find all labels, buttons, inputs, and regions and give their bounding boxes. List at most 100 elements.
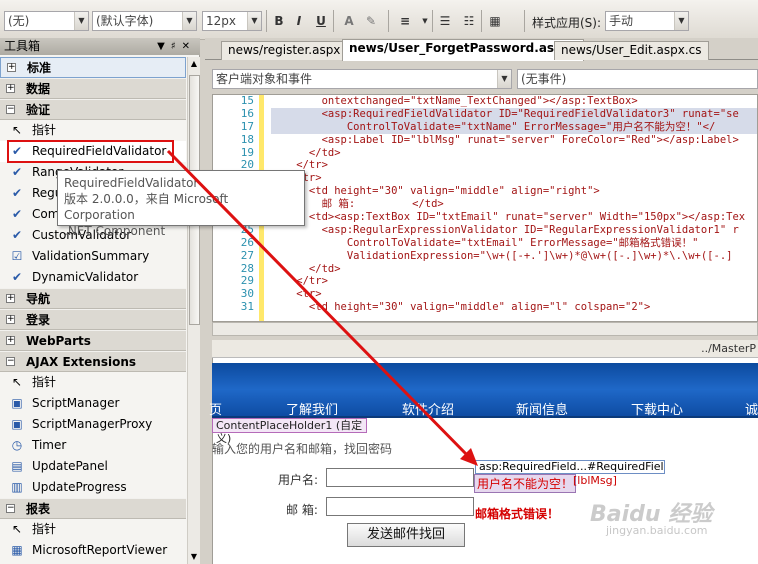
- nav-link-download[interactable]: 下载中心: [631, 399, 683, 418]
- lblmsg-label[interactable]: [lblMsg]: [573, 474, 617, 487]
- toolbox-item[interactable]: ✔ RequiredFieldValidator: [0, 141, 186, 162]
- nav-link-about[interactable]: 了解我们: [286, 399, 338, 418]
- highlight-color-icon[interactable]: ✎: [362, 12, 380, 30]
- nav-link-home[interactable]: 页: [209, 399, 222, 418]
- style-combo-value: (无): [8, 14, 30, 28]
- size-combo[interactable]: 12px ▼: [202, 11, 262, 31]
- bullet-list-icon[interactable]: ☰: [436, 12, 454, 30]
- username-label: 用户名:: [278, 473, 319, 487]
- insert-table-icon[interactable]: ▦: [486, 12, 504, 30]
- toolbox-item[interactable]: ✔ DynamicValidator: [0, 267, 186, 288]
- code-hscrollbar[interactable]: [212, 322, 758, 336]
- underline-button[interactable]: U: [312, 12, 330, 30]
- code-line[interactable]: <td><asp:TextBox ID="txtEmail" runat="se…: [271, 211, 757, 224]
- code-line[interactable]: <tr>: [271, 288, 757, 301]
- toolbox-category[interactable]: + 数据: [0, 78, 186, 99]
- toolbox-category[interactable]: + 标准: [0, 57, 186, 78]
- tab-register[interactable]: news/register.aspx: [221, 41, 348, 60]
- code-line[interactable]: </tr>: [271, 159, 757, 172]
- username-input[interactable]: [326, 468, 474, 487]
- toolbox-category[interactable]: + WebParts: [0, 330, 186, 351]
- send-email-button[interactable]: 发送邮件找回: [347, 523, 465, 547]
- code-line[interactable]: <asp:Label ID="lblMsg" runat="server" Fo…: [271, 134, 757, 147]
- code-line[interactable]: <asp:RequiredFieldValidator ID="Required…: [271, 107, 757, 121]
- expand-icon[interactable]: +: [7, 63, 16, 72]
- object-combo-value: 客户端对象和事件: [216, 72, 313, 86]
- code-line[interactable]: </td>: [271, 147, 757, 160]
- font-combo[interactable]: (默认字体) ▼: [92, 11, 197, 31]
- code-line[interactable]: ontextchanged="txtName_TextChanged"></as…: [271, 95, 757, 108]
- nav-link-news[interactable]: 新闻信息: [516, 399, 568, 418]
- toolbox-item[interactable]: ▥ UpdateProgress: [0, 477, 186, 498]
- toolbox-category[interactable]: − AJAX Extensions: [0, 351, 186, 372]
- code-line[interactable]: 邮 箱: </td>: [271, 198, 757, 211]
- tab-user-forget-password[interactable]: news/User_ForgetPassword.aspx*: [342, 39, 584, 61]
- nav-link-software[interactable]: 软件介绍: [402, 399, 454, 418]
- code-line[interactable]: <tr>: [271, 172, 757, 185]
- collapse-icon[interactable]: −: [6, 105, 15, 114]
- toolbox-item[interactable]: ↖ 指针: [0, 519, 186, 540]
- toolbox-category[interactable]: − 报表: [0, 498, 186, 519]
- toolbox-item[interactable]: ▣ ScriptManager: [0, 393, 186, 414]
- pin-icon[interactable]: ♯: [171, 41, 182, 52]
- toolbox-title: 工具箱: [4, 39, 41, 53]
- component-icon: ▣: [11, 396, 23, 410]
- pointer-icon: ↖: [11, 522, 23, 536]
- toolbox-item[interactable]: ▦ MicrosoftReportViewer: [0, 540, 186, 561]
- event-combo[interactable]: (无事件): [517, 69, 758, 89]
- toolbox-row-label: UpdatePanel: [32, 459, 108, 473]
- object-combo[interactable]: 客户端对象和事件 ▼: [212, 69, 512, 89]
- italic-button[interactable]: I: [290, 12, 308, 30]
- code-line[interactable]: <td height="30" valign="middle" align="r…: [271, 185, 757, 198]
- collapse-icon[interactable]: −: [6, 357, 15, 366]
- expand-icon[interactable]: +: [6, 294, 15, 303]
- code-line[interactable]: <td height="30" valign="middle" align="l…: [271, 301, 757, 314]
- expand-icon[interactable]: +: [6, 315, 15, 324]
- font-combo-value: (默认字体): [96, 14, 154, 28]
- toolbox-scrollbar[interactable]: ▲ ▼: [187, 57, 200, 564]
- validator-smart-tag[interactable]: asp:RequiredField...#RequiredField...: [475, 460, 665, 474]
- code-line[interactable]: </td>: [271, 263, 757, 276]
- bold-button[interactable]: B: [270, 12, 288, 30]
- close-icon[interactable]: ✕: [182, 41, 196, 52]
- dropdown-icon[interactable]: ▼: [157, 41, 171, 52]
- code-line[interactable]: <asp:RegularExpressionValidator ID="Regu…: [271, 224, 757, 237]
- toolbox-row-label: ScriptManager: [32, 396, 120, 410]
- code-line[interactable]: </tr>: [271, 275, 757, 288]
- toolbox-item[interactable]: ☑ ValidationSummary: [0, 246, 186, 267]
- toolbox-item[interactable]: ◷ Timer: [0, 435, 186, 456]
- content-placeholder-tag[interactable]: ContentPlaceHolder1 (自定义): [212, 418, 367, 445]
- toolbox-item[interactable]: ↖ 指针: [0, 120, 186, 141]
- nav-link-more[interactable]: 诚: [745, 399, 758, 418]
- email-error-message[interactable]: 邮箱格式错误！: [475, 505, 559, 522]
- style-apply-combo[interactable]: 手动 ▼: [605, 11, 689, 31]
- code-line[interactable]: ControlToValidate="txtEmail" ErrorMessag…: [271, 237, 757, 250]
- summary-icon: ☑: [11, 249, 23, 263]
- toolbox-item[interactable]: ▣ ScriptManagerProxy: [0, 414, 186, 435]
- toolbox-category[interactable]: + 登录: [0, 309, 186, 330]
- master-page-path[interactable]: ../MasterP: [701, 342, 756, 355]
- toolbox-category[interactable]: − 验证: [0, 99, 186, 120]
- expand-icon[interactable]: +: [6, 336, 15, 345]
- collapse-icon[interactable]: −: [6, 504, 15, 513]
- toolbox-category[interactable]: + 导航: [0, 288, 186, 309]
- tab-label: news/register.aspx: [228, 43, 341, 57]
- toolbox-panel: 工具箱 ▼♯✕ + 标准 + 数据 − 验证 ↖ 指针 ✔ RequiredFieldValida…: [0, 38, 200, 564]
- expand-icon[interactable]: +: [6, 84, 15, 93]
- font-color-icon[interactable]: A: [340, 12, 358, 30]
- toolbox-row-label: ScriptManagerProxy: [32, 417, 153, 431]
- email-input[interactable]: [326, 497, 474, 516]
- scroll-up-icon[interactable]: ▲: [188, 57, 200, 71]
- required-validator-message[interactable]: 用户名不能为空！: [474, 474, 577, 493]
- code-line[interactable]: ValidationExpression="\w+([-+.']\w+)*@\w…: [271, 250, 757, 263]
- code-lines[interactable]: ontextchanged="txtName_TextChanged"></as…: [271, 95, 757, 314]
- code-line[interactable]: ControlToValidate="txtName" ErrorMessage…: [271, 120, 757, 134]
- toolbox-item[interactable]: ↖ 指针: [0, 372, 186, 393]
- toolbox-item[interactable]: ▤ UpdatePanel: [0, 456, 186, 477]
- scroll-down-icon[interactable]: ▼: [188, 550, 200, 564]
- validator-icon: ✔: [11, 228, 23, 242]
- tab-user-edit[interactable]: news/User_Edit.aspx.cs: [554, 41, 709, 60]
- numbered-list-icon[interactable]: ☷: [460, 12, 478, 30]
- align-icon[interactable]: ≡: [396, 12, 414, 30]
- style-combo[interactable]: (无) ▼: [4, 11, 89, 31]
